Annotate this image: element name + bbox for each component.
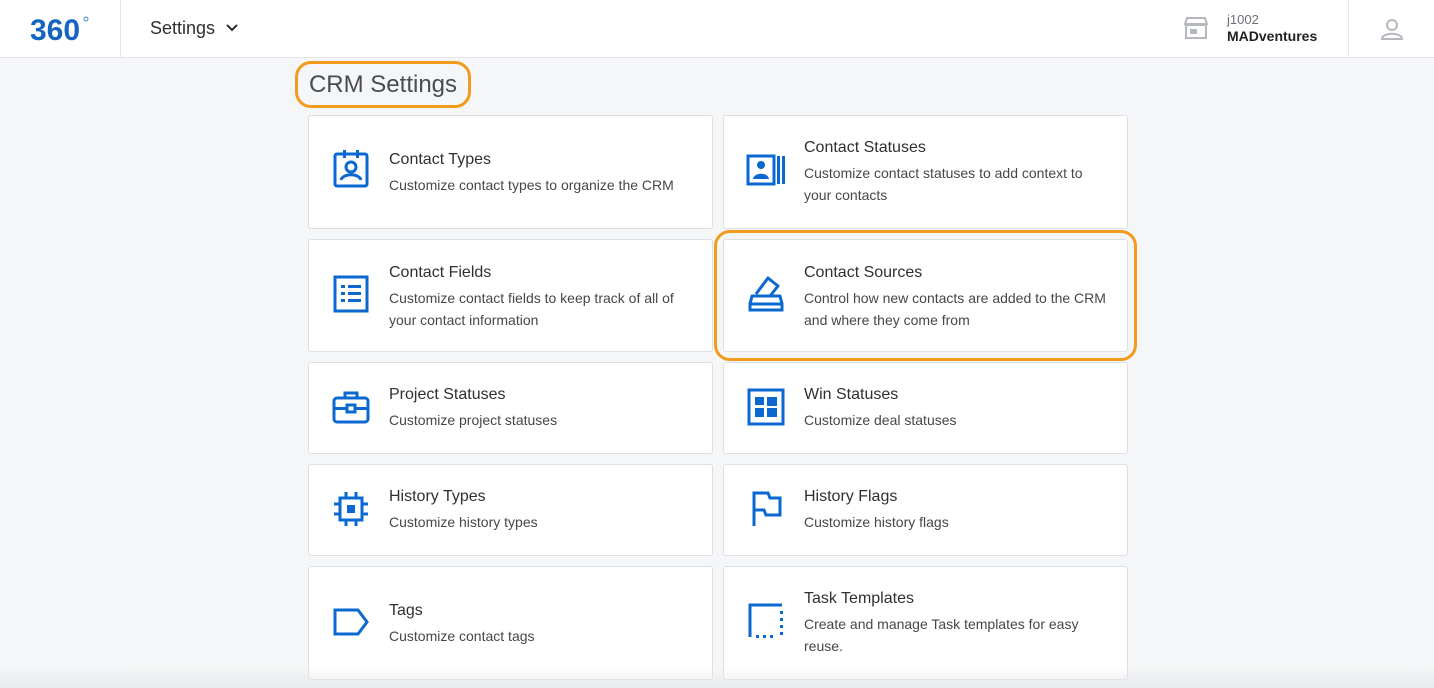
card-title: Task Templates xyxy=(804,590,914,607)
dashboard-grid-icon xyxy=(747,388,785,426)
account-id: j1002 xyxy=(1227,12,1259,27)
ballot-box-icon xyxy=(748,276,784,312)
card-contact-sources[interactable]: Contact Sources Control how new contacts… xyxy=(723,239,1128,352)
card-project-statuses[interactable]: Project Statuses Customize project statu… xyxy=(308,362,713,454)
template-icon xyxy=(748,603,783,638)
user-menu[interactable] xyxy=(1348,0,1434,58)
user-avatar-icon xyxy=(1380,19,1403,40)
card-contact-statuses[interactable]: Contact Statuses Customize contact statu… xyxy=(723,115,1128,229)
briefcase-icon xyxy=(332,391,370,424)
card-title: History Types xyxy=(389,488,486,505)
card-title: Contact Sources xyxy=(804,264,923,281)
card-contact-types[interactable]: Contact Types Customize contact types to… xyxy=(308,115,713,229)
card-tags[interactable]: Tags Customize contact tags xyxy=(308,566,713,680)
card-title: History Flags xyxy=(804,488,898,505)
card-title: Tags xyxy=(389,602,423,619)
card-description: Customize contact fields to keep track o… xyxy=(389,290,674,328)
card-description: Customize contact tags xyxy=(389,628,535,644)
card-description: Customize project statuses xyxy=(389,412,558,428)
chevron-down-icon xyxy=(226,24,238,32)
contact-badge-icon xyxy=(333,150,369,188)
page-title: CRM Settings xyxy=(308,70,458,98)
flag-icon xyxy=(752,491,782,526)
account-switcher[interactable]: j1002 MADventures xyxy=(1227,12,1317,44)
page-title-highlight: CRM Settings xyxy=(295,61,471,108)
card-description: Create and manage Task templates for eas… xyxy=(804,616,1079,654)
card-title: Contact Types xyxy=(389,151,491,168)
card-task-templates[interactable]: Task Templates Create and manage Task te… xyxy=(723,566,1128,680)
tag-icon xyxy=(333,608,369,636)
settings-menu-label: Settings xyxy=(150,17,216,38)
logo-360-icon: 360 xyxy=(30,14,89,45)
bottom-scroll-shadow xyxy=(0,668,1434,688)
card-history-flags[interactable]: History Flags Customize history flags xyxy=(723,464,1128,556)
top-bar: 360 Settings j1002 MADventures xyxy=(0,0,1434,58)
card-contact-fields[interactable]: Contact Fields Customize contact fields … xyxy=(308,239,713,352)
card-description: Control how new contacts are added to th… xyxy=(804,290,1106,328)
list-form-icon xyxy=(333,275,369,313)
card-description: Customize history types xyxy=(389,514,538,530)
store-icon[interactable] xyxy=(1183,16,1209,40)
card-history-types[interactable]: History Types Customize history types xyxy=(308,464,713,556)
svg-text:360: 360 xyxy=(30,14,80,45)
card-title: Contact Fields xyxy=(389,264,492,281)
contact-card-status-icon xyxy=(746,154,785,186)
card-win-statuses[interactable]: Win Statuses Customize deal statuses xyxy=(723,362,1128,454)
card-description: Customize history flags xyxy=(804,514,949,530)
card-title: Contact Statuses xyxy=(804,139,926,156)
settings-menu-dropdown[interactable]: Settings xyxy=(150,17,239,39)
card-title: Win Statuses xyxy=(804,386,899,403)
card-description: Customize deal statuses xyxy=(804,412,957,428)
brand-logo[interactable]: 360 xyxy=(0,0,121,58)
chip-icon xyxy=(334,492,368,526)
card-description: Customize contact statuses to add contex… xyxy=(804,165,1083,203)
card-title: Project Statuses xyxy=(389,386,506,403)
card-description: Customize contact types to organize the … xyxy=(389,177,674,193)
account-name: MADventures xyxy=(1227,28,1318,44)
